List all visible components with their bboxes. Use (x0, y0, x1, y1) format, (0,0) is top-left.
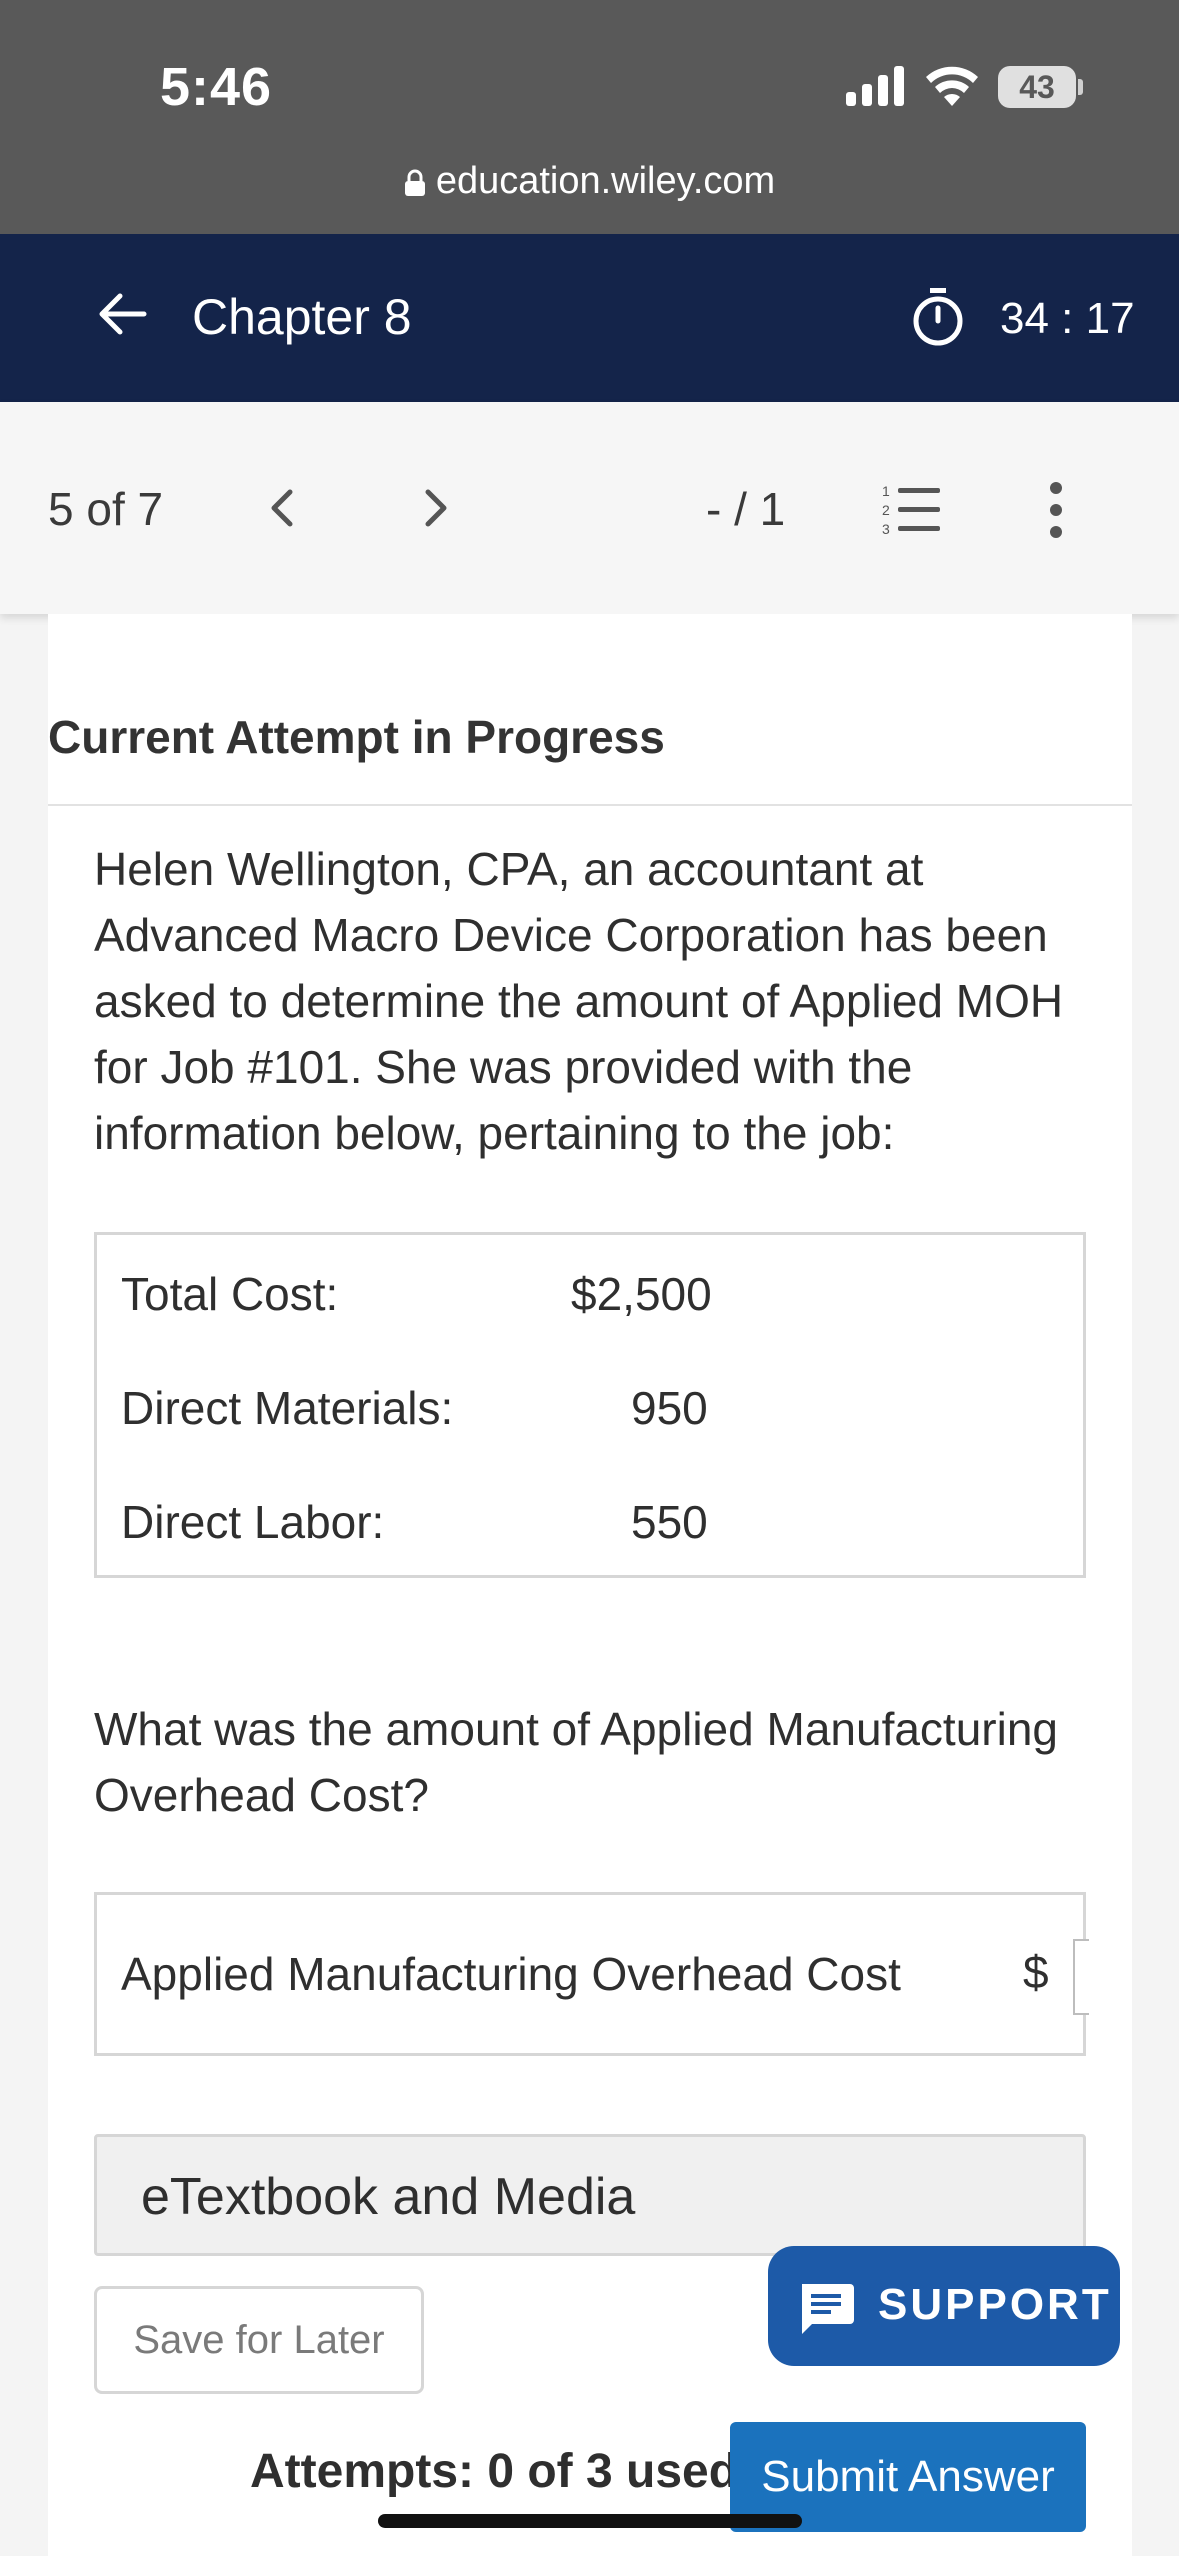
table-row: Direct Labor: 550 (97, 1495, 1083, 1555)
lock-icon (404, 169, 425, 196)
stopwatch-icon (913, 288, 963, 346)
support-button[interactable]: SUPPORT (768, 2246, 1120, 2366)
question-prompt: What was the amount of Applied Manufactu… (94, 1703, 1059, 1821)
answer-label: Applied Manufacturing Overhead Cost (121, 1948, 901, 2000)
url-text: education.wiley.com (435, 160, 776, 202)
question-toolbar: 5 of 7 - / 1 1 2 3 (0, 402, 1179, 614)
row-value: $2,500 (571, 1268, 712, 1320)
timer-text: 34 : 17 (1000, 294, 1135, 343)
etextbook-label: eTextbook and Media (141, 2168, 636, 2226)
chevron-left-icon[interactable] (258, 480, 306, 536)
row-label: Total Cost: (121, 1268, 339, 1320)
row-label: Direct Materials: (121, 1382, 454, 1434)
score: - / 1 (706, 483, 786, 535)
currency-symbol: $ (1023, 1946, 1049, 1998)
wifi-icon (926, 66, 978, 106)
table-row: Direct Materials: 950 (97, 1381, 1083, 1441)
attempts-counter: Attempts: 0 of 3 used (250, 2445, 739, 2498)
chapter-title: Chapter 8 (192, 289, 412, 345)
status-bar: 5:46 43 education.wiley.com (0, 0, 1179, 234)
answer-row: Applied Manufacturing Overhead Cost $ (94, 1892, 1089, 2056)
url-bar[interactable]: education.wiley.com (0, 160, 1179, 203)
more-vertical-icon[interactable] (1036, 478, 1076, 542)
chat-icon (802, 2284, 854, 2334)
svg-text:1: 1 (882, 483, 890, 499)
battery-icon: 43 (998, 66, 1076, 108)
arrow-left-icon[interactable] (92, 284, 152, 344)
svg-text:3: 3 (882, 521, 890, 537)
chevron-right-icon[interactable] (412, 480, 460, 536)
home-indicator[interactable] (378, 2514, 802, 2528)
row-value: 950 (631, 1382, 708, 1434)
row-label: Direct Labor: (121, 1496, 385, 1548)
etextbook-media-button[interactable]: eTextbook and Media (94, 2134, 1086, 2256)
job-info-table: Total Cost: $2,500 Direct Materials: 950… (94, 1232, 1086, 1578)
row-value: 550 (631, 1496, 708, 1548)
attempt-heading: Current Attempt in Progress (48, 711, 665, 763)
signal-icon (846, 66, 906, 106)
answer-input[interactable] (1073, 1939, 1089, 2015)
battery-nub (1078, 79, 1083, 95)
divider (48, 804, 1132, 806)
status-time: 5:46 (160, 57, 273, 117)
app-header: Chapter 8 34 : 17 (0, 234, 1179, 402)
svg-text:2: 2 (882, 502, 890, 518)
save-for-later-button[interactable]: Save for Later (94, 2286, 424, 2394)
page-count: 5 of 7 (48, 483, 164, 535)
support-label: SUPPORT (878, 2280, 1112, 2329)
numbered-list-icon[interactable]: 1 2 3 (880, 480, 944, 540)
table-row: Total Cost: $2,500 (97, 1267, 1083, 1327)
question-text: Helen Wellington, CPA, an accountant at … (94, 843, 1064, 1159)
